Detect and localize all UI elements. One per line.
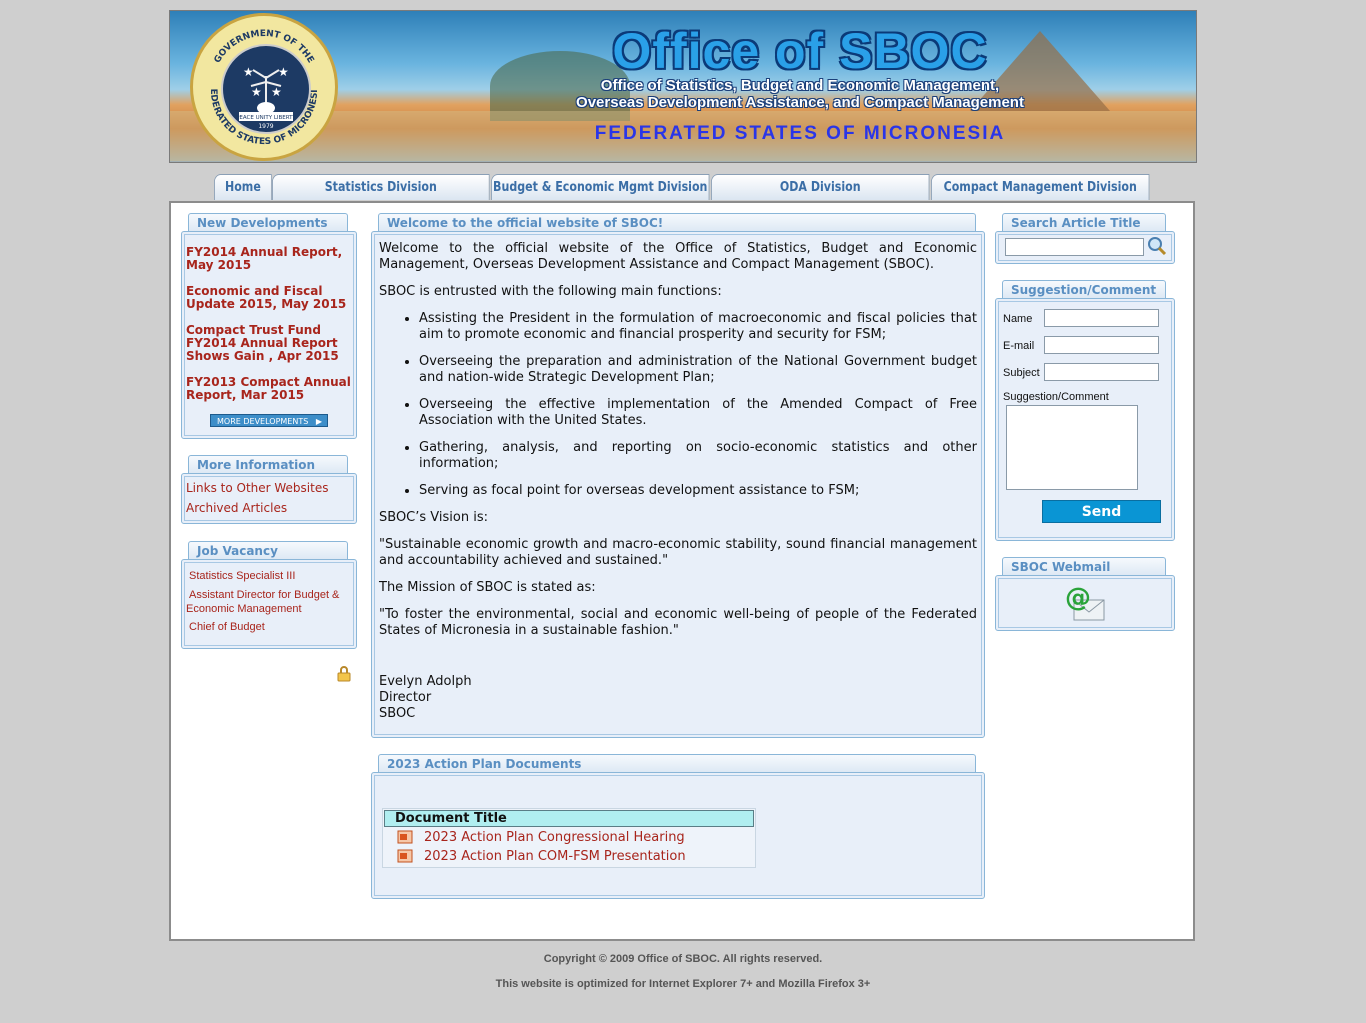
svg-text:★: ★ [271,85,282,99]
more-developments-button[interactable]: MORE DEVELOPMENTS ▶ [210,414,328,427]
welcome-content: Welcome to the official website of the O… [379,241,977,722]
job-vacancy-header: Job Vacancy [188,541,348,560]
lock-icon[interactable] [337,666,351,686]
vision-label: SBOC’s Vision is: [379,510,488,525]
welcome-panel: Welcome to the official website of the O… [371,231,985,738]
document-link[interactable]: 2023 Action Plan Congressional Hearing [424,830,685,845]
job-statistics-specialist-link[interactable]: Statistics Specialist III [189,570,295,582]
functions-list: Assisting the President in the formulati… [379,311,977,499]
tab-home[interactable]: Home [214,174,272,200]
job-vacancy-panel: Statistics Specialist III Assistant Dire… [181,559,357,649]
ppt-file-icon [397,829,413,848]
links-to-other-websites-link[interactable]: Links to Other Websites [186,481,328,495]
archived-articles-link[interactable]: Archived Articles [186,501,287,515]
banner-subtitle-line2: Overseas Development Assistance, and Com… [576,94,1024,111]
email-field[interactable] [1044,336,1159,354]
browser-notice: This website is optimized for Internet E… [495,978,871,990]
svg-text:★: ★ [243,65,254,79]
tab-budget-economic-division[interactable]: Budget & Economic Mgmt Division [491,174,710,200]
subject-field[interactable] [1044,363,1159,381]
function-item: Gathering, analysis, and reporting on so… [419,440,977,472]
fsm-seal-logo: GOVERNMENT OF THE FEDERATED STATES OF MI… [190,13,338,161]
suggestion-header: Suggestion/Comment [1002,280,1166,299]
seal-center: ★ ★ ★ ★ PEACE UNITY LIBERTY 1979 [221,44,311,134]
vision-text: "Sustainable economic growth and macro-e… [379,537,977,568]
arrow-right-icon: ▶ [315,417,322,426]
more-information-panel: Links to Other Websites Archived Article… [181,473,357,524]
signature-org: SBOC [379,706,416,721]
tab-compact-management-division[interactable]: Compact Management Division [931,174,1150,200]
news-item[interactable]: Compact Trust Fund FY2014 Annual Report Sh… [186,324,354,363]
comment-label: Suggestion/Comment [1003,391,1109,403]
functions-intro: SBOC is entrusted with the following mai… [379,284,722,299]
function-item: Overseeing the effective implementation … [419,397,977,429]
main-nav: Home Statistics Division Budget & Econom… [0,174,1366,201]
search-panel [995,231,1175,264]
action-plan-panel: Document Title 2023 Action Plan Congress… [371,772,985,899]
job-chief-of-budget-link[interactable]: Chief of Budget [189,621,265,633]
banner-subtitle-line1: Office of Statistics, Budget and Economi… [600,77,1000,94]
welcome-intro: Welcome to the official website of the O… [379,241,977,272]
action-plan-header: 2023 Action Plan Documents [378,754,976,773]
news-item[interactable]: FY2013 Compact Annual Report, Mar 2015 [186,376,354,402]
comment-textarea[interactable] [1006,405,1138,490]
new-developments-panel: FY2014 Annual Report, May 2015 Economic a… [181,231,357,439]
search-icon[interactable] [1146,235,1168,261]
signature-title: Director [379,690,432,705]
documents-table: Document Title 2023 Action Plan Congress… [382,808,756,868]
mission-text: "To foster the environmental, social and… [379,607,977,638]
document-title-column-header: Document Title [384,810,754,827]
site-banner: GOVERNMENT OF THE FEDERATED STATES OF MI… [169,10,1197,163]
more-information-header: More Information [188,455,348,474]
webmail-header: SBOC Webmail [1002,557,1166,576]
search-header: Search Article Title [1002,213,1166,232]
function-item: Overseeing the preparation and administr… [419,354,977,386]
webmail-panel: @ [995,575,1175,631]
email-label: E-mail [1003,340,1035,352]
function-item: Serving as focal point for overseas deve… [419,483,977,499]
mission-label: The Mission of SBOC is stated as: [379,580,596,595]
new-developments-header: New Developments [188,213,348,232]
function-item: Assisting the President in the formulati… [419,311,977,343]
svg-text:★: ★ [278,65,289,79]
tab-oda-division[interactable]: ODA Division [711,174,930,200]
tab-statistics-division[interactable]: Statistics Division [272,174,490,200]
ppt-file-icon [397,848,413,867]
svg-text:★: ★ [251,85,262,99]
banner-title: Office of SBOC [612,23,988,79]
news-item[interactable]: Economic and Fiscal Update 2015, May 2015 [186,285,354,311]
send-button[interactable]: Send [1042,500,1161,523]
document-link[interactable]: 2023 Action Plan COM-FSM Presentation [424,849,686,864]
copyright-text: Copyright © 2009 Office of SBOC. All rig… [543,953,823,965]
svg-text:@: @ [1065,583,1091,613]
news-item[interactable]: FY2014 Annual Report, May 2015 [186,246,354,272]
webmail-icon[interactable]: @ [1064,582,1106,626]
subject-label: Subject [1003,367,1040,379]
job-assistant-director-link[interactable]: Assistant Director for Budget & Economic… [186,588,354,616]
signature-name: Evelyn Adolph [379,674,472,689]
name-label: Name [1003,313,1033,325]
banner-country: FEDERATED STATES OF MICRONESIA [594,123,1006,144]
welcome-header: Welcome to the official website of SBOC! [378,213,976,232]
svg-text:PEACE UNITY LIBERTY: PEACE UNITY LIBERTY [236,115,296,121]
name-field[interactable] [1044,309,1159,327]
search-input[interactable] [1005,238,1144,256]
svg-text:1979: 1979 [258,123,273,130]
